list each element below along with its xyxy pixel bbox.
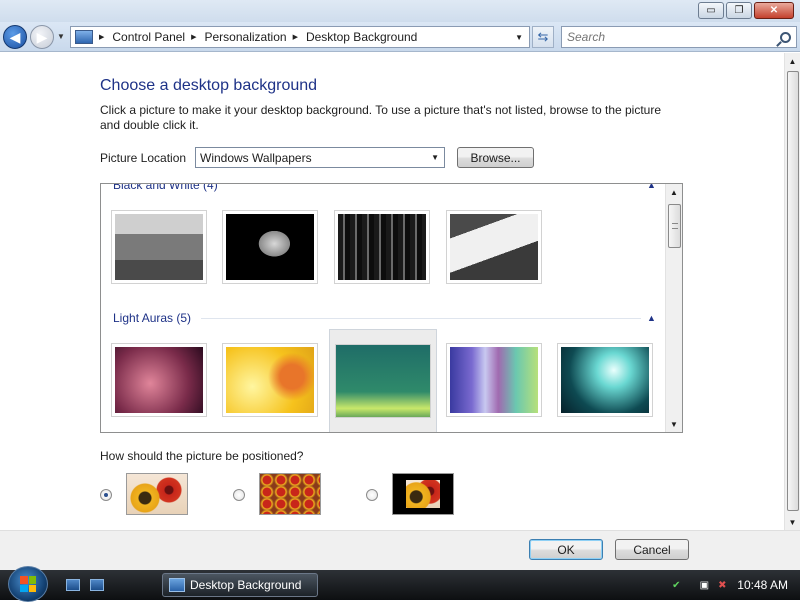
minimize-button[interactable]: ▭	[698, 2, 724, 19]
clock[interactable]: 10:48 AM	[737, 578, 788, 592]
navigation-bar: ◀ ▶ ▼ ▶ Control Panel ▶ Personalization …	[0, 22, 800, 52]
scroll-up-icon[interactable]: ▲	[666, 184, 682, 200]
scroll-thumb[interactable]	[668, 204, 681, 248]
group-divider	[201, 318, 641, 319]
collapse-group-icon[interactable]: ▲	[647, 313, 656, 323]
cancel-button[interactable]: Cancel	[615, 539, 689, 560]
search-input[interactable]	[567, 30, 767, 44]
position-center-preview[interactable]	[392, 473, 454, 515]
main-content: Choose a desktop background Click a pict…	[0, 53, 784, 530]
back-button[interactable]: ◀	[3, 25, 27, 49]
wallpaper-thumbnail[interactable]	[446, 210, 542, 284]
forward-button[interactable]: ▶	[30, 25, 54, 49]
taskbar-item-desktop-background[interactable]: Desktop Background	[162, 573, 318, 597]
center-preview-image	[406, 480, 440, 508]
start-button[interactable]	[8, 566, 48, 602]
browse-button[interactable]: Browse...	[457, 147, 534, 168]
breadcrumb-personalization[interactable]: Personalization	[205, 30, 287, 44]
gallery-scrollbar[interactable]: ▲ ▼	[665, 184, 682, 432]
system-tray: ✔ ▣ ✖ 10:48 AM	[665, 570, 800, 600]
position-fit-preview[interactable]	[126, 473, 188, 515]
page-description: Click a picture to make it your desktop …	[100, 103, 662, 132]
safely-remove-icon[interactable]: ✔	[669, 578, 683, 592]
position-question: How should the picture be positioned?	[100, 449, 304, 463]
wallpaper-thumbnail-selected[interactable]	[329, 329, 437, 432]
wallpaper-thumbnail[interactable]	[222, 210, 318, 284]
wallpaper-thumbnail[interactable]	[446, 343, 542, 417]
wallpaper-city-night	[338, 214, 426, 280]
wallpaper-thumbnail[interactable]	[111, 210, 207, 284]
close-icon: ✕	[769, 5, 779, 16]
maximize-icon: ❐	[734, 5, 744, 16]
wallpaper-train-interior	[115, 214, 203, 280]
search-box[interactable]	[561, 26, 797, 48]
wallpaper-aura-teal	[561, 347, 649, 413]
desktop-background-window: ▭ ❐ ✕ ◀ ▶ ▼ ▶ Control Panel ▶ Personaliz…	[0, 0, 800, 570]
wallpaper-thumbnail[interactable]	[111, 343, 207, 417]
picture-location-select[interactable]: Windows Wallpapers ▼	[195, 147, 445, 168]
window-scrollbar[interactable]: ▲ ▼	[784, 53, 800, 530]
breadcrumb-chevron-icon[interactable]: ▶	[191, 33, 196, 41]
minimize-icon: ▭	[706, 5, 716, 16]
address-dropdown-icon[interactable]: ▼	[515, 33, 523, 42]
scroll-down-icon[interactable]: ▼	[785, 514, 800, 530]
wallpaper-aura-pink	[115, 347, 203, 413]
close-button[interactable]: ✕	[754, 2, 794, 19]
picture-location-label: Picture Location	[100, 151, 187, 165]
position-tile-radio[interactable]	[233, 489, 245, 501]
wallpaper-aura-yellow	[226, 347, 314, 413]
scroll-thumb[interactable]	[787, 71, 799, 511]
taskbar: Desktop Background ✔ ▣ ✖ 10:48 AM	[0, 566, 800, 602]
position-fit-radio[interactable]	[100, 489, 112, 501]
show-desktop-icon[interactable]	[66, 579, 80, 591]
search-icon[interactable]	[780, 31, 791, 43]
grip-icon	[672, 223, 678, 229]
collapse-group-icon[interactable]: ▲	[647, 184, 656, 190]
wallpaper-aura-green	[335, 344, 431, 418]
recent-pages-dropdown-icon[interactable]: ▼	[57, 32, 65, 41]
group-title: Light Auras (5)	[113, 311, 192, 325]
wallpaper-thumbnail[interactable]	[334, 210, 430, 284]
ok-button[interactable]: OK	[529, 539, 603, 560]
refresh-button[interactable]: ⇆	[532, 26, 554, 48]
scroll-up-icon[interactable]: ▲	[785, 53, 800, 69]
back-arrow-icon: ◀	[9, 28, 21, 45]
position-tile-preview[interactable]	[259, 473, 321, 515]
dialog-footer: OK Cancel	[0, 530, 800, 570]
scroll-down-icon[interactable]: ▼	[666, 416, 682, 432]
group-header-light-auras[interactable]: Light Auras (5)	[113, 311, 191, 325]
control-panel-icon	[169, 578, 185, 592]
group-header-black-and-white[interactable]: Black and White (4)	[113, 183, 218, 192]
page-title: Choose a desktop background	[100, 77, 318, 94]
wallpaper-leaf	[226, 214, 314, 280]
wallpaper-tree-rocks	[450, 214, 538, 280]
wallpaper-aura-stripes	[450, 347, 538, 413]
breadcrumb-desktop-background[interactable]: Desktop Background	[306, 30, 417, 44]
group-title: Black and White (4)	[113, 183, 218, 192]
control-panel-icon	[75, 30, 93, 44]
refresh-icon: ⇆	[537, 29, 549, 44]
breadcrumb-chevron-icon[interactable]: ▶	[293, 33, 298, 41]
position-center-radio[interactable]	[366, 489, 378, 501]
wallpaper-thumbnail[interactable]	[557, 343, 653, 417]
volume-muted-icon[interactable]: ✖	[715, 578, 729, 592]
chevron-down-icon: ▼	[431, 153, 439, 162]
network-icon[interactable]: ▣	[697, 578, 711, 592]
maximize-button[interactable]: ❐	[726, 2, 752, 19]
breadcrumb-control-panel[interactable]: Control Panel	[112, 30, 185, 44]
breadcrumb-chevron-icon[interactable]: ▶	[99, 33, 104, 41]
address-bar[interactable]: ▶ Control Panel ▶ Personalization ▶ Desk…	[70, 26, 530, 48]
windows-logo-icon	[20, 576, 36, 592]
wallpaper-thumbnail[interactable]	[222, 343, 318, 417]
title-bar[interactable]: ▭ ❐ ✕	[0, 0, 800, 22]
switch-windows-icon[interactable]	[90, 579, 104, 591]
picture-location-value: Windows Wallpapers	[200, 150, 312, 165]
wallpaper-gallery[interactable]: Black and White (4) ▲ Light Auras (5) ▲	[100, 183, 683, 433]
forward-arrow-icon: ▶	[36, 28, 48, 45]
taskbar-item-label: Desktop Background	[190, 578, 302, 592]
